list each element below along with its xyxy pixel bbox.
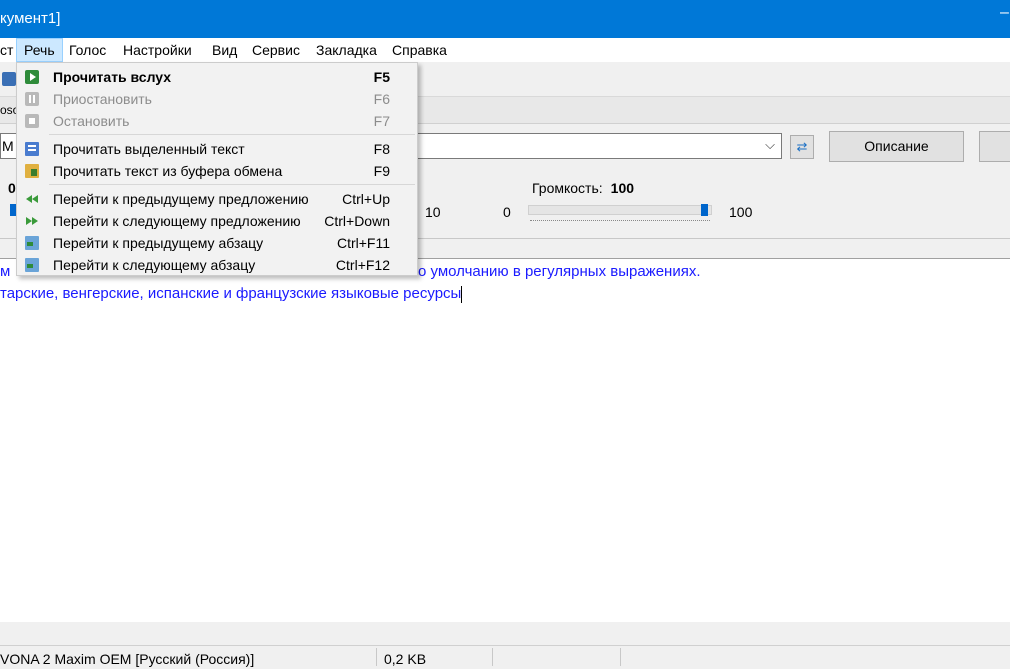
stop-icon [25,114,39,128]
menu-view[interactable]: Вид [205,38,244,62]
text-caret [461,285,463,303]
pause-icon [25,92,39,106]
menu-bar: ст Речь Голос Настройки Вид Сервис Закла… [0,38,1010,62]
rate-max: 10 [425,204,441,220]
speech-menu-dropdown: Прочитать вслух F5 Приостановить F6 Оста… [16,62,418,276]
window-title: кумент1] [0,10,61,27]
menu-separator [49,184,415,185]
prev-paragraph-icon [25,236,39,250]
status-bar: VONA 2 Maxim OEM [Русский (Россия)] 0,2 … [0,645,1010,669]
menu-item-prev-sentence[interactable]: Перейти к предыдущему предложению Ctrl+U… [18,188,416,210]
menu-item-pause[interactable]: Приостановить F6 [18,88,416,110]
clipboard-icon [25,164,39,178]
status-divider [620,648,621,666]
menu-settings[interactable]: Настройки [116,38,199,62]
menu-speech[interactable]: Речь [16,38,63,62]
menu-item-next-paragraph[interactable]: Перейти к следующему абзацу Ctrl+F12 [18,254,416,276]
read-selection-icon [25,142,39,156]
minimize-button[interactable]: – [1000,4,1010,24]
volume-slider[interactable] [528,205,712,215]
editor-line-2: тарские, венгерские, испанские и француз… [0,285,463,303]
volume-ticks [530,216,710,221]
horizontal-scrollbar[interactable] [0,622,1010,645]
swap-voice-button[interactable]: ⇄ [790,135,814,159]
volume-slider-thumb[interactable] [701,204,708,216]
status-size: 0,2 KB [384,651,427,667]
menu-item-read-aloud[interactable]: Прочитать вслух F5 [18,66,416,88]
toolbar-document-icon[interactable] [2,72,16,86]
play-icon [25,70,39,84]
next-paragraph-icon [25,258,39,272]
menu-voice[interactable]: Голос [62,38,113,62]
next-sentence-icon [25,214,39,228]
editor-line-1: о умолчанию в регулярных выражениях. [418,263,701,280]
text-editor[interactable]: м о умолчанию в регулярных выражениях. т… [0,258,1010,623]
menu-item-prev-paragraph[interactable]: Перейти к предыдущему абзацу Ctrl+F11 [18,232,416,254]
volume-min: 0 [503,204,511,220]
status-voice: VONA 2 Maxim OEM [Русский (Россия)] [0,651,255,667]
status-divider [492,648,493,666]
menu-service[interactable]: Сервис [245,38,307,62]
secondary-button[interactable] [979,131,1010,162]
menu-item-next-sentence[interactable]: Перейти к следующему предложению Ctrl+Do… [18,210,416,232]
editor-line-1-prefix: м [0,263,11,280]
swap-icon: ⇄ [796,139,808,154]
voice-select-value: M [2,138,14,154]
title-bar: кумент1] – [0,0,1010,38]
status-divider [376,648,377,666]
rate-value: 0 [8,180,16,196]
volume-label: Громкость: 100 [532,180,635,196]
description-button[interactable]: Описание [829,131,964,162]
chevron-down-icon[interactable]: ⌵ [765,137,775,153]
prev-sentence-icon [25,192,39,206]
volume-value: 100 [610,180,635,196]
menu-bookmark[interactable]: Закладка [309,38,384,62]
menu-item-read-clipboard[interactable]: Прочитать текст из буфера обмена F9 [18,160,416,182]
menu-separator [49,134,415,135]
menu-item-stop[interactable]: Остановить F7 [18,110,416,132]
menu-item-read-selection[interactable]: Прочитать выделенный текст F8 [18,138,416,160]
menu-help[interactable]: Справка [385,38,454,62]
volume-max: 100 [729,204,753,220]
